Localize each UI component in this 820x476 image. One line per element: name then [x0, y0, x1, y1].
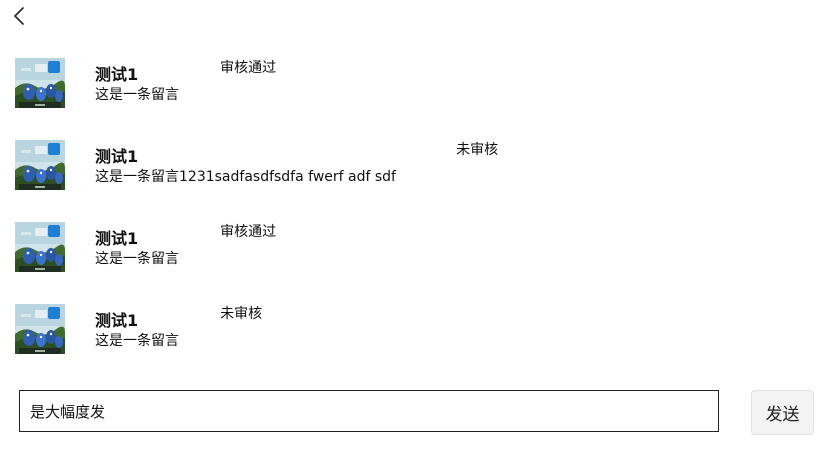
send-button[interactable]: 发送 — [751, 390, 814, 435]
comment-author: 测试1 — [95, 65, 139, 84]
comment-status: 未审核 — [456, 142, 499, 158]
message-input[interactable] — [19, 390, 719, 432]
comment-status: 审核通过 — [220, 60, 277, 76]
chevron-left-icon — [12, 6, 26, 30]
comment-thumbnail — [15, 58, 65, 108]
comment-author: 测试1 — [95, 229, 139, 248]
comment-thumbnail — [15, 140, 65, 190]
comment-thumbnail — [15, 304, 65, 354]
comment-status: 审核通过 — [220, 224, 277, 240]
comment-author: 测试1 — [95, 311, 139, 330]
comment-item: 测试1 审核通过 这是一条留言 — [0, 58, 820, 114]
comment-message: 这是一条留言 — [95, 333, 179, 349]
comment-item: 测试1 未审核 这是一条留言1231sadfasdfsdfa fwerf adf… — [0, 140, 820, 196]
comment-message: 这是一条留言 — [95, 251, 179, 267]
comment-message: 这是一条留言1231sadfasdfsdfa fwerf adf sdf — [95, 169, 396, 185]
comment-message: 这是一条留言 — [95, 87, 179, 103]
comment-item: 测试1 未审核 这是一条留言 — [0, 304, 820, 360]
comment-status: 未审核 — [220, 306, 263, 322]
comment-author: 测试1 — [95, 147, 139, 166]
back-button[interactable] — [8, 6, 30, 30]
comment-thumbnail — [15, 222, 65, 272]
comment-item: 测试1 审核通过 这是一条留言 — [0, 222, 820, 278]
